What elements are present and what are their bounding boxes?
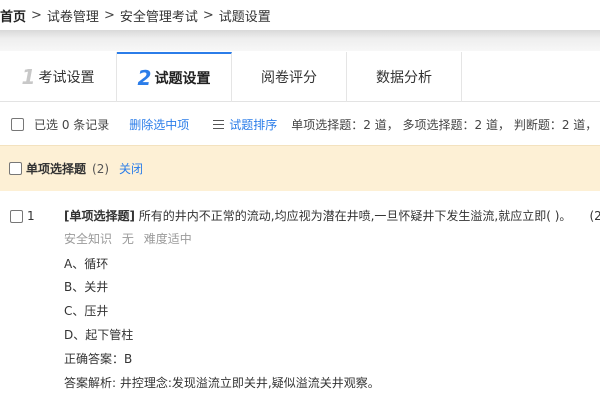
header-divider	[0, 30, 600, 51]
option-c: C、压井	[64, 304, 109, 318]
breadcrumb-current: 试题设置	[218, 9, 271, 25]
tab-label: 阅卷评分	[261, 70, 317, 86]
tab-bar: 1 考试设置 2 试题设置 阅卷评分 数据分析	[0, 52, 600, 102]
sort-label: 试题排序	[229, 117, 278, 132]
question-meta: 安全知识 无 难度适中	[64, 230, 198, 247]
breadcrumb-home[interactable]: 首页	[0, 6, 26, 25]
tab-grading[interactable]: 阅卷评分	[232, 52, 347, 102]
tab-data-analysis[interactable]: 数据分析	[347, 52, 462, 102]
delete-selected-link[interactable]: 删除选中项	[129, 116, 189, 133]
question-item: 1 [单项选择题] 所有的井内不正常的流动,均应视为潜在井喷,一旦怀疑井下发生溢…	[0, 192, 600, 400]
list-icon	[213, 119, 225, 129]
question-type-summary: 单项选择题：2 道， 多项选择题：2 道， 判断题：2 道， 填	[291, 117, 600, 132]
question-score: (2.0)	[589, 209, 600, 223]
tab-step-number: 1	[21, 65, 36, 89]
tab-step-number: 2	[137, 66, 152, 90]
question-difficulty: 难度适中	[143, 232, 192, 246]
select-all-checkbox[interactable]	[11, 117, 24, 131]
breadcrumb-separator: >	[202, 7, 214, 23]
option-d: D、起下管柱	[64, 328, 134, 342]
section-checkbox[interactable]	[9, 162, 22, 175]
tab-question-settings[interactable]: 2 试题设置	[117, 52, 232, 102]
section-close-link[interactable]: 关闭	[119, 160, 143, 177]
question-number: 1	[27, 209, 35, 223]
tab-label: 考试设置	[38, 70, 95, 86]
answer-explanation: 答案解析: 井控理念:发现溢流立即关井,疑似溢流关井观察。	[64, 376, 380, 390]
question-type: [单项选择题]	[64, 209, 135, 223]
option-b: B、关井	[64, 280, 109, 294]
option-a: A、循环	[64, 257, 109, 271]
sort-questions-button[interactable]: 试题排序	[213, 116, 277, 133]
question-tag: 无	[121, 232, 134, 246]
correct-answer: 正确答案：B	[64, 352, 133, 366]
breadcrumb-separator: >	[103, 7, 115, 23]
breadcrumb: 首页 > 试卷管理 > 安全管理考试 > 试题设置	[0, 0, 600, 30]
question-category: 安全知识	[64, 232, 113, 246]
selected-count: 已选 0 条记录	[34, 117, 110, 132]
section-header: 单项选择题 (2) 关闭	[0, 145, 600, 191]
breadcrumb-exam-management[interactable]: 试卷管理	[47, 6, 99, 25]
question-text: 所有的井内不正常的流动,均应视为潜在井喷,一旦怀疑井下发生溢流,就应立即( )。	[134, 209, 572, 223]
toolbar: 已选 0 条记录 删除选中项 试题排序 单项选择题：2 道， 多项选择题：2 道…	[0, 103, 600, 145]
section-count: (2)	[92, 161, 110, 176]
section-title: 单项选择题	[26, 162, 87, 176]
breadcrumb-safety-exam[interactable]: 安全管理考试	[120, 6, 198, 25]
breadcrumb-separator: >	[31, 7, 42, 23]
question-checkbox[interactable]	[10, 210, 23, 223]
tab-exam-settings[interactable]: 1 考试设置	[0, 52, 117, 102]
tab-label: 数据分析	[376, 70, 432, 86]
question-stem: [单项选择题] 所有的井内不正常的流动,均应视为潜在井喷,一旦怀疑井下发生溢流,…	[64, 207, 600, 224]
tab-label: 试题设置	[154, 71, 211, 87]
